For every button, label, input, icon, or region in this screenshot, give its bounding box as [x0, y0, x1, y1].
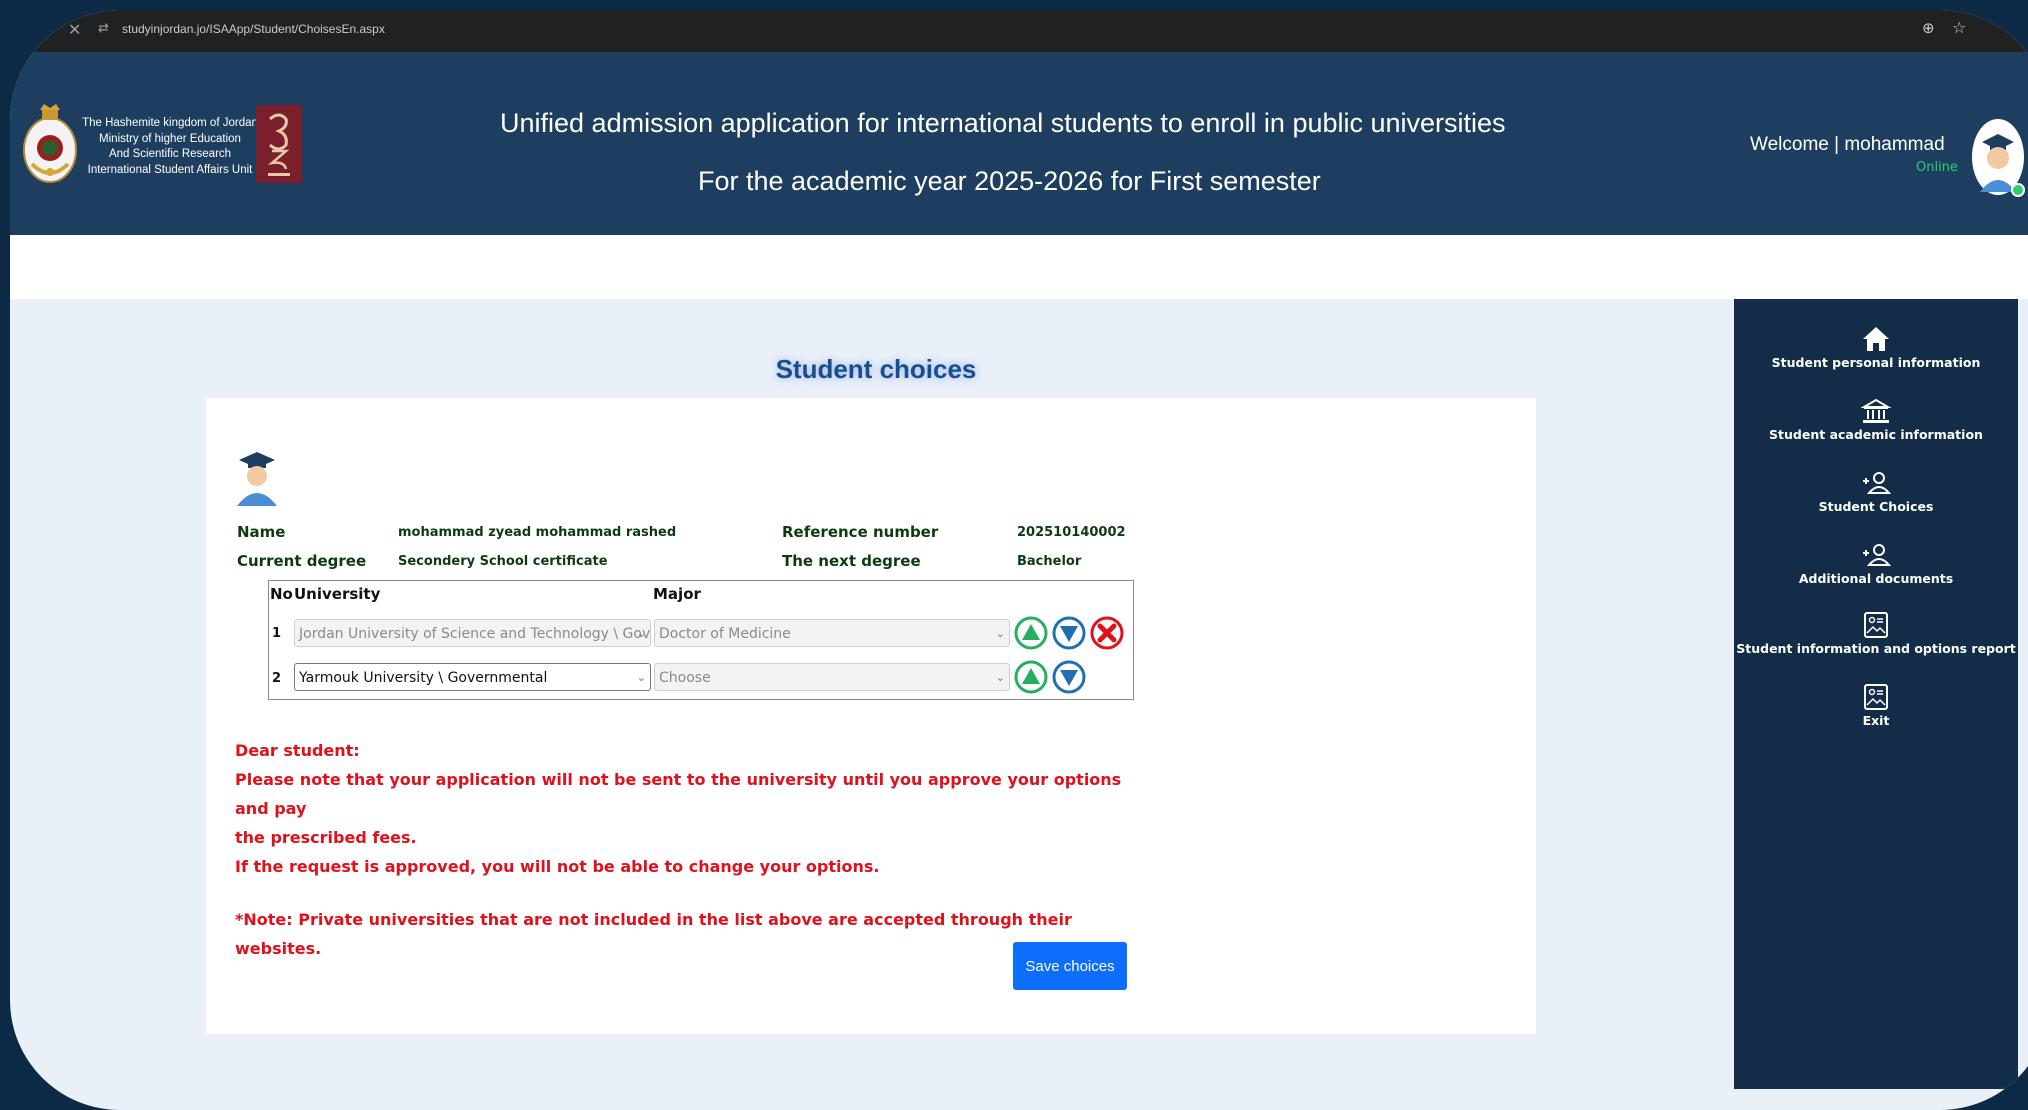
sidebar-item-label: Student personal information: [1771, 355, 1981, 370]
sidebar-item-label: Student information and options report: [1736, 641, 2016, 656]
column-header-no: No: [270, 585, 293, 603]
major-select[interactable]: Doctor of Medicine ⌄: [654, 619, 1010, 647]
move-down-button[interactable]: [1052, 660, 1086, 694]
university-select[interactable]: Jordan University of Science and Technol…: [294, 619, 651, 647]
sidebar-item-exit[interactable]: Exit: [1734, 683, 2018, 728]
notice-text: Dear student: Please note that your appl…: [235, 736, 1135, 963]
name-label: Name: [237, 523, 286, 541]
row-number: 1: [272, 626, 282, 641]
section-title: Student choices: [775, 354, 977, 384]
sidebar-item-information-report[interactable]: Student information and options report: [1734, 611, 2018, 656]
online-status: Online: [1916, 160, 1958, 175]
zoom-icon[interactable]: ⊕: [1922, 19, 1935, 37]
app-window: ✕ ⇄ studyinjordan.jo/ISAApp/Student/Choi…: [10, 10, 2028, 1110]
choices-table: No University Major 1 Jordan University …: [268, 580, 1134, 700]
ministry-line: And Scientific Research: [108, 148, 232, 160]
major-select[interactable]: Choose ⌄: [654, 663, 1010, 691]
sidebar-item-academic-information[interactable]: Student academic information: [1734, 397, 2018, 442]
next-degree-value: Bachelor: [1017, 554, 1082, 569]
institution-icon: [1861, 398, 1891, 423]
notice-line: If the request is approved, you will not…: [235, 857, 880, 876]
user-avatar-icon[interactable]: [1970, 116, 2028, 198]
report-icon: [1864, 612, 1888, 638]
notice-line: the prescribed fees.: [235, 828, 417, 847]
report-icon: [1864, 684, 1888, 710]
sidebar-item-personal-information[interactable]: Student personal information: [1734, 325, 2018, 370]
student-avatar-icon: [237, 452, 277, 506]
major-select-value: Choose: [659, 670, 711, 686]
url-text[interactable]: studyinjordan.jo/ISAApp/Student/ChoisesE…: [122, 22, 385, 36]
sidebar-item-student-choices[interactable]: Student Choices: [1734, 469, 2018, 514]
notice-line: *Note: Private universities that are not…: [235, 910, 1072, 958]
ministry-line: The Hashemite kingdom of Jordan: [82, 117, 258, 129]
column-header-major: Major: [653, 585, 701, 603]
ministry-text: The Hashemite kingdom of Jordan Ministry…: [70, 116, 270, 178]
current-degree-label: Current degree: [237, 552, 367, 570]
header-spacer: [10, 235, 2028, 299]
chevron-down-icon: ⌄: [995, 671, 1005, 684]
add-user-icon: [1863, 544, 1892, 566]
site-settings-icon[interactable]: ⇄: [98, 21, 109, 36]
university-select[interactable]: Yarmouk University \ Governmental ⌄: [294, 663, 651, 691]
reference-number-label: Reference number: [782, 523, 939, 541]
page-main-title: Unified admission application for intern…: [500, 108, 1506, 138]
current-degree-value: Secondery School certificate: [398, 554, 608, 569]
home-icon: [1863, 327, 1889, 351]
university-select-value: Yarmouk University \ Governmental: [299, 670, 548, 686]
welcome-text: Welcome | mohammad: [1750, 134, 1945, 155]
move-down-button[interactable]: [1052, 616, 1086, 650]
major-select-value: Doctor of Medicine: [659, 626, 791, 642]
ministry-line: International Student Affairs Unit: [87, 163, 253, 176]
page-header: The Hashemite kingdom of Jordan Ministry…: [10, 52, 2028, 235]
sidebar: Student personal information Student aca…: [1734, 299, 2018, 1089]
bookmark-star-icon[interactable]: ☆: [1952, 18, 1966, 37]
reference-number-value: 202510140002: [1017, 525, 1126, 540]
anniversary-logo-icon: [256, 105, 302, 183]
sidebar-item-label: Exit: [1862, 713, 1890, 728]
add-user-icon: [1863, 472, 1892, 494]
row-number: 2: [272, 671, 282, 686]
column-header-university: University: [294, 585, 381, 603]
page-subtitle: For the academic year 2025-2026 for Firs…: [698, 166, 1321, 196]
chevron-down-icon: ⌄: [636, 627, 646, 640]
name-value: mohammad zyead mohammad rashed: [398, 525, 677, 540]
notice-greeting: Dear student:: [235, 741, 360, 760]
close-tab-icon[interactable]: ✕: [68, 20, 81, 39]
move-up-button[interactable]: [1014, 660, 1048, 694]
sidebar-item-label: Student Choices: [1818, 499, 1934, 514]
sidebar-item-additional-documents[interactable]: Additional documents: [1734, 541, 2018, 586]
ministry-line: Ministry of higher Education: [99, 132, 241, 145]
next-degree-label: The next degree: [782, 552, 921, 570]
delete-choice-button[interactable]: [1090, 616, 1124, 650]
notice-line: Please note that your application will n…: [235, 770, 1122, 818]
sidebar-item-label: Additional documents: [1798, 571, 1954, 586]
chevron-down-icon: ⌄: [636, 671, 646, 684]
browser-address-bar: ✕ ⇄ studyinjordan.jo/ISAApp/Student/Choi…: [10, 10, 2028, 52]
sidebar-item-label: Student academic information: [1769, 427, 1983, 442]
chevron-down-icon: ⌄: [995, 627, 1005, 640]
university-select-value: Jordan University of Science and Technol…: [299, 626, 651, 642]
move-up-button[interactable]: [1014, 616, 1048, 650]
save-choices-button[interactable]: Save choices: [1013, 942, 1127, 990]
